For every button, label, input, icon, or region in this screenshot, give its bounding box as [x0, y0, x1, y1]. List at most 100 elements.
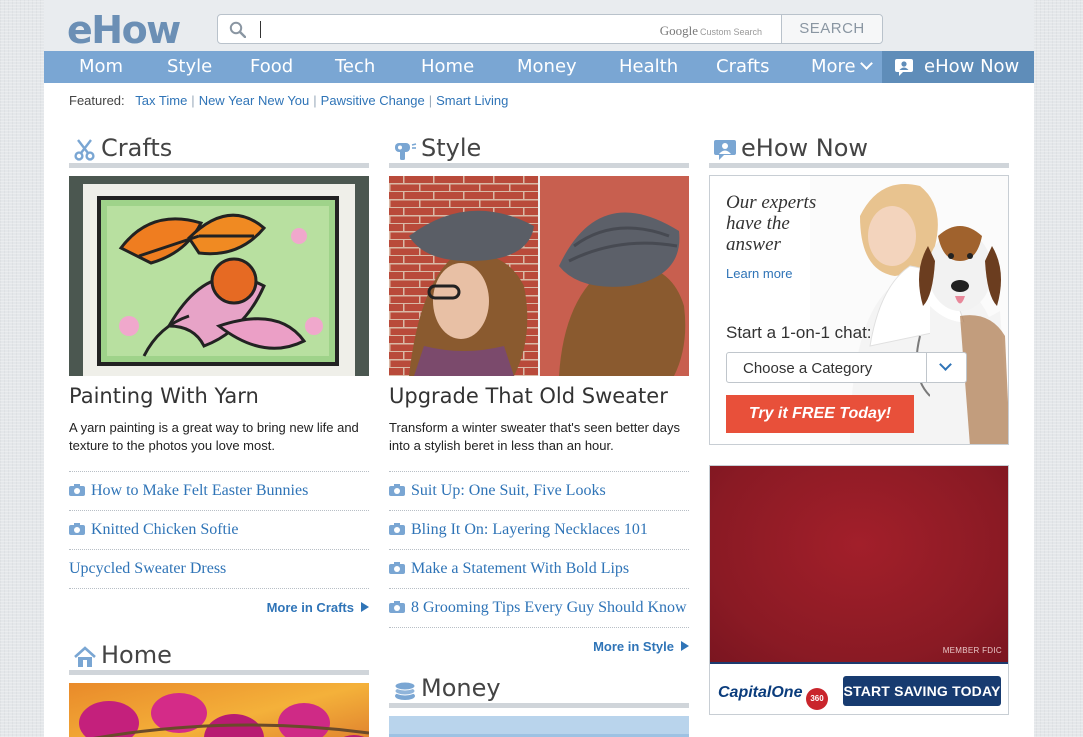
style-header: Style [389, 134, 689, 168]
yarn-painting-image[interactable] [69, 176, 369, 376]
nav-item-more[interactable]: More [811, 51, 873, 83]
more-in-style-link[interactable]: More in Style [389, 627, 689, 654]
crafts-article-desc: A yarn painting is a great way to bring … [69, 420, 359, 453]
arrow-right-icon [681, 641, 689, 651]
style-links: Suit Up: One Suit, Five Looks Bling It O… [389, 471, 689, 654]
capital-one-ad[interactable]: MEMBER FDIC CapitalOne 360 START SAVING … [709, 465, 1009, 715]
link-text: Upcycled Sweater Dress [69, 560, 227, 577]
camera-icon [389, 562, 405, 574]
category-select[interactable]: Choose a Category [726, 352, 967, 383]
featured-link-new-year[interactable]: New Year New You [199, 93, 310, 108]
crafts-section: Crafts Painting With Yarn A yarn paintin… [69, 134, 369, 737]
ehow-now-widget: Our experts have the answer Learn more S… [709, 175, 1009, 445]
home-header: Home [69, 641, 369, 675]
list-item[interactable]: Bling It On: Layering Necklaces 101 [389, 510, 689, 549]
more-label: More in Style [593, 639, 674, 654]
nav-item-money[interactable]: Money [517, 51, 577, 83]
list-item[interactable]: Suit Up: One Suit, Five Looks [389, 471, 689, 510]
crafts-title[interactable]: Crafts [101, 134, 172, 162]
main-nav: Mom Style Food Tech Home Money Health Cr… [44, 51, 1034, 83]
hairdryer-icon [395, 143, 417, 160]
text-cursor [260, 21, 261, 38]
ehow-now-title[interactable]: eHow Now [741, 134, 868, 162]
chat-bubble-icon [714, 140, 736, 160]
nav-item-style[interactable]: Style [167, 51, 212, 83]
link-text: Bling It On: Layering Necklaces 101 [411, 521, 648, 538]
chat-label: Start a 1-on-1 chat: [726, 323, 872, 342]
nav-more-label: More [811, 56, 856, 77]
more-in-crafts-link[interactable]: More in Crafts [69, 588, 369, 615]
nav-ehow-now[interactable]: eHow Now [882, 51, 1034, 83]
home-title[interactable]: Home [101, 641, 172, 669]
search-input[interactable] [262, 19, 642, 39]
orchid-image[interactable] [69, 683, 369, 737]
nav-ehow-now-label: eHow Now [924, 56, 1020, 77]
list-item[interactable]: Make a Statement With Bold Lips [389, 549, 689, 588]
member-fdic-label: MEMBER FDIC [942, 646, 1002, 655]
chevron-down-icon [859, 57, 873, 70]
start-saving-button[interactable]: START SAVING TODAY [843, 676, 1001, 706]
featured-link-smart-living[interactable]: Smart Living [436, 93, 508, 108]
crafts-article-title[interactable]: Painting With Yarn [69, 384, 369, 408]
nav-item-mom[interactable]: Mom [79, 51, 123, 83]
more-label: More in Crafts [266, 600, 354, 615]
capital-one-logo: CapitalOne [718, 684, 803, 701]
house-icon [74, 646, 96, 667]
ehow-now-tagline: Our experts have the answer [726, 192, 817, 255]
style-title[interactable]: Style [421, 134, 481, 162]
search-icon [229, 21, 246, 38]
money-image[interactable] [389, 716, 689, 737]
nav-item-health[interactable]: Health [619, 51, 678, 83]
featured-bar: Featured: Tax Time | New Year New You | Paws… [69, 93, 509, 108]
dropdown-button[interactable] [926, 353, 966, 382]
ad-banner-background [710, 466, 1008, 662]
google-label: Google [659, 23, 698, 38]
camera-icon [69, 484, 85, 496]
try-free-button[interactable]: Try it FREE Today! [726, 395, 914, 433]
scissors-icon [74, 139, 95, 161]
link-text: How to Make Felt Easter Bunnies [91, 482, 309, 499]
list-item[interactable]: How to Make Felt Easter Bunnies [69, 471, 369, 510]
style-article-desc: Transform a winter sweater that's seen b… [389, 420, 681, 453]
ehow-now-section: eHow Now [709, 134, 1009, 168]
money-title[interactable]: Money [421, 674, 501, 702]
crafts-links: How to Make Felt Easter Bunnies Knitted … [69, 471, 369, 615]
link-text: Suit Up: One Suit, Five Looks [411, 482, 606, 499]
chevron-down-icon [939, 358, 952, 371]
custom-search-label: Custom Search [699, 27, 762, 37]
list-item[interactable]: Knitted Chicken Softie [69, 510, 369, 549]
link-text: 8 Grooming Tips Every Guy Should Know [411, 599, 687, 616]
beret-image[interactable] [389, 176, 689, 376]
style-article-title[interactable]: Upgrade That Old Sweater [389, 384, 689, 408]
list-item[interactable]: Upcycled Sweater Dress [69, 549, 369, 588]
360-badge: 360 [806, 688, 828, 710]
search-button[interactable]: SEARCH [781, 15, 882, 43]
learn-more-link[interactable]: Learn more [726, 266, 792, 281]
money-header: Money [389, 674, 689, 708]
coins-icon [394, 681, 416, 700]
arrow-right-icon [361, 602, 369, 612]
camera-icon [389, 601, 405, 613]
ad-footer: CapitalOne 360 START SAVING TODAY [710, 662, 1008, 714]
style-section: Style Upgrade That Old Sweater Transform… [389, 134, 689, 737]
ehow-logo[interactable]: eHow [67, 8, 181, 52]
featured-link-pawsitive[interactable]: Pawsitive Change [321, 93, 425, 108]
crafts-header: Crafts [69, 134, 369, 168]
nav-item-crafts[interactable]: Crafts [716, 51, 769, 83]
camera-icon [389, 523, 405, 535]
page: eHow Google Custom Search SEARCH Mom Styl… [44, 0, 1034, 737]
camera-icon [69, 523, 85, 535]
nav-item-food[interactable]: Food [250, 51, 293, 83]
list-item[interactable]: 8 Grooming Tips Every Guy Should Know [389, 588, 689, 627]
search-box[interactable]: Google Custom Search SEARCH [217, 14, 883, 44]
link-text: Make a Statement With Bold Lips [411, 560, 630, 577]
link-text: Knitted Chicken Softie [91, 521, 239, 538]
featured-label: Featured: [69, 93, 125, 108]
featured-link-tax-time[interactable]: Tax Time [135, 93, 187, 108]
camera-icon [389, 484, 405, 496]
chat-bubble-icon [895, 59, 913, 76]
nav-item-home[interactable]: Home [421, 51, 474, 83]
ehow-now-header: eHow Now [709, 134, 1009, 168]
nav-item-tech[interactable]: Tech [335, 51, 375, 83]
header: eHow Google Custom Search SEARCH [44, 0, 1034, 52]
